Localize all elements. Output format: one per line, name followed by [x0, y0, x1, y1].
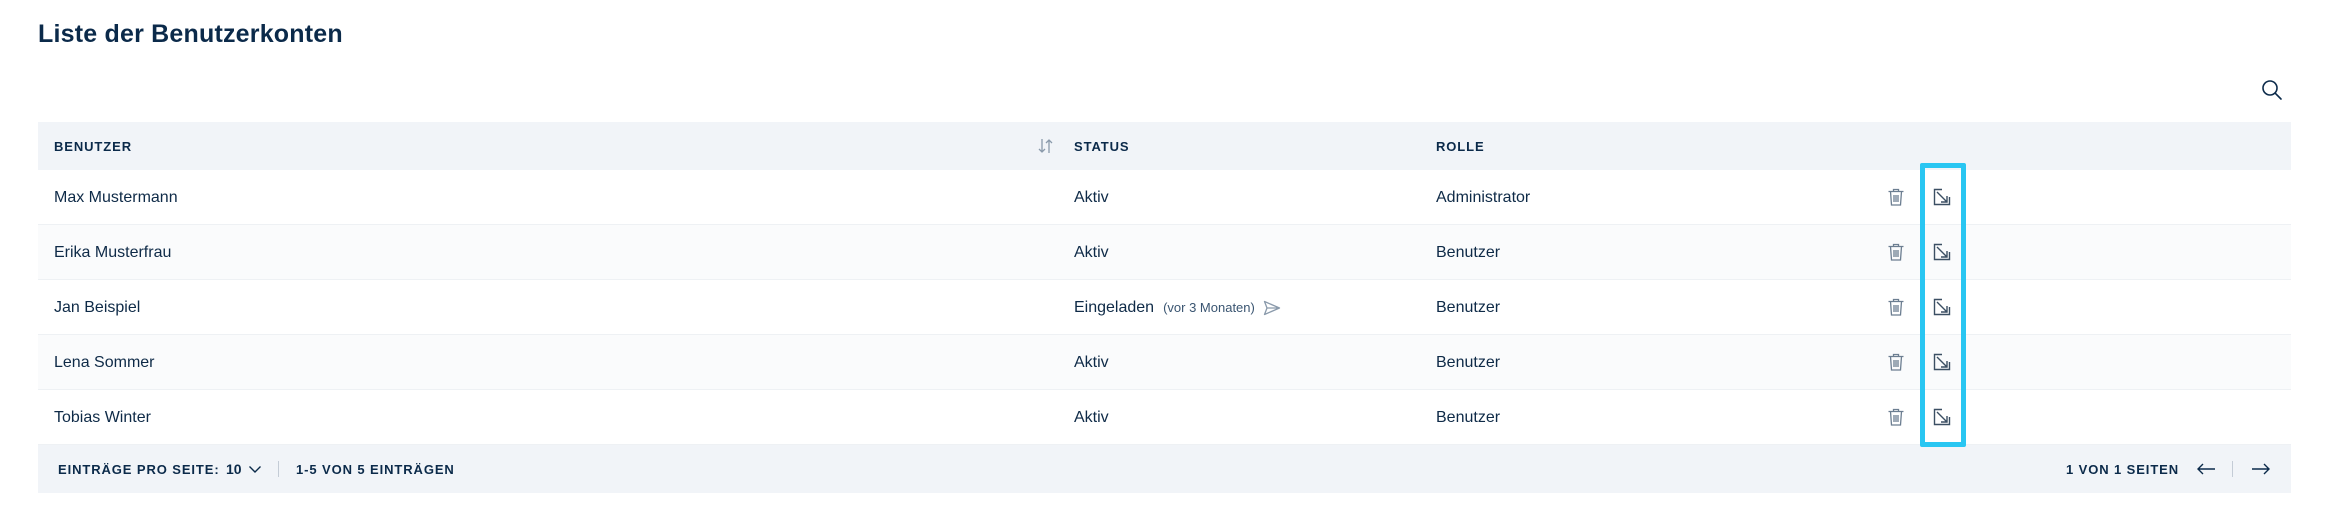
edit-icon — [1933, 353, 1951, 371]
delete-button[interactable] — [1883, 349, 1909, 375]
user-role: Benutzer — [1436, 298, 1501, 316]
page-title: Liste der Benutzerkonten — [38, 20, 343, 48]
next-page-button[interactable] — [2248, 457, 2274, 481]
edit-icon — [1933, 408, 1951, 426]
status-text: Aktiv — [1074, 243, 1109, 261]
user-status: Aktiv — [1074, 390, 1109, 445]
trash-icon — [1888, 243, 1904, 261]
column-header-user[interactable]: BENUTZER — [54, 122, 132, 170]
entries-range: 1-5 VON 5 EINTRÄGEN — [296, 461, 455, 477]
trash-icon — [1888, 353, 1904, 371]
status-text: Aktiv — [1074, 353, 1109, 371]
delete-button[interactable] — [1883, 404, 1909, 430]
search-button[interactable] — [2257, 75, 2287, 105]
sort-button[interactable] — [1034, 134, 1058, 158]
status-text: Eingeladen — [1074, 298, 1155, 316]
trash-icon — [1888, 188, 1904, 206]
search-icon — [2262, 80, 2282, 100]
arrow-left-icon — [2197, 463, 2215, 475]
send-icon — [1263, 300, 1280, 315]
table-body: Max Mustermann Aktiv Administrator Erika… — [38, 170, 2291, 445]
column-header-role: ROLLE — [1436, 138, 1485, 154]
user-name: Max Mustermann — [54, 188, 178, 206]
user-role: Benutzer — [1436, 243, 1501, 261]
delete-button[interactable] — [1883, 184, 1909, 210]
trash-icon — [1888, 408, 1904, 426]
status-text: Aktiv — [1074, 408, 1109, 426]
edit-button[interactable] — [1929, 404, 1955, 430]
edit-icon — [1933, 188, 1951, 206]
edit-button[interactable] — [1929, 349, 1955, 375]
per-page-label: EINTRÄGE PRO SEITE: — [58, 461, 220, 477]
column-header-status: STATUS — [1074, 138, 1130, 154]
prev-page-button[interactable] — [2193, 457, 2219, 481]
table-row: Erika Musterfrau Aktiv Benutzer — [38, 225, 2291, 280]
edit-button[interactable] — [1929, 294, 1955, 320]
footer-divider — [2232, 461, 2233, 477]
user-status: Aktiv — [1074, 225, 1109, 280]
table-footer: EINTRÄGE PRO SEITE: 10 1-5 VON 5 EINTRÄG… — [38, 445, 2291, 493]
per-page-value: 10 — [226, 461, 242, 477]
edit-icon — [1933, 298, 1951, 316]
table-row: Jan Beispiel Eingeladen (vor 3 Monaten) … — [38, 280, 2291, 335]
table-row: Lena Sommer Aktiv Benutzer — [38, 335, 2291, 390]
table-row: Max Mustermann Aktiv Administrator — [38, 170, 2291, 225]
chevron-down-icon — [248, 466, 261, 473]
resend-invite-button[interactable] — [1263, 300, 1281, 316]
user-name: Tobias Winter — [54, 408, 151, 426]
invite-time-note: (vor 3 Monaten) — [1163, 300, 1255, 315]
sort-icon — [1038, 139, 1053, 153]
table-header: BENUTZER STATUS ROLLE — [38, 122, 2291, 170]
delete-button[interactable] — [1883, 239, 1909, 265]
footer-divider — [278, 461, 279, 477]
user-role: Administrator — [1436, 188, 1531, 206]
user-status: Aktiv — [1074, 335, 1109, 390]
delete-button[interactable] — [1883, 294, 1909, 320]
status-text: Aktiv — [1074, 188, 1109, 206]
user-role: Benutzer — [1436, 408, 1501, 426]
user-table: BENUTZER STATUS ROLLE Max Mustermann Akt… — [38, 122, 2291, 493]
user-status: Eingeladen (vor 3 Monaten) — [1074, 280, 1281, 335]
user-role: Benutzer — [1436, 353, 1501, 371]
edit-button[interactable] — [1929, 239, 1955, 265]
per-page-select[interactable]: 10 — [226, 445, 262, 493]
arrow-right-icon — [2252, 463, 2270, 475]
user-name: Jan Beispiel — [54, 298, 141, 316]
user-name: Lena Sommer — [54, 353, 155, 371]
edit-icon — [1933, 243, 1951, 261]
user-name: Erika Musterfrau — [54, 243, 172, 261]
page-count: 1 VON 1 SEITEN — [2066, 461, 2180, 477]
user-status: Aktiv — [1074, 170, 1109, 225]
edit-button[interactable] — [1929, 184, 1955, 210]
table-row: Tobias Winter Aktiv Benutzer — [38, 390, 2291, 445]
trash-icon — [1888, 298, 1904, 316]
